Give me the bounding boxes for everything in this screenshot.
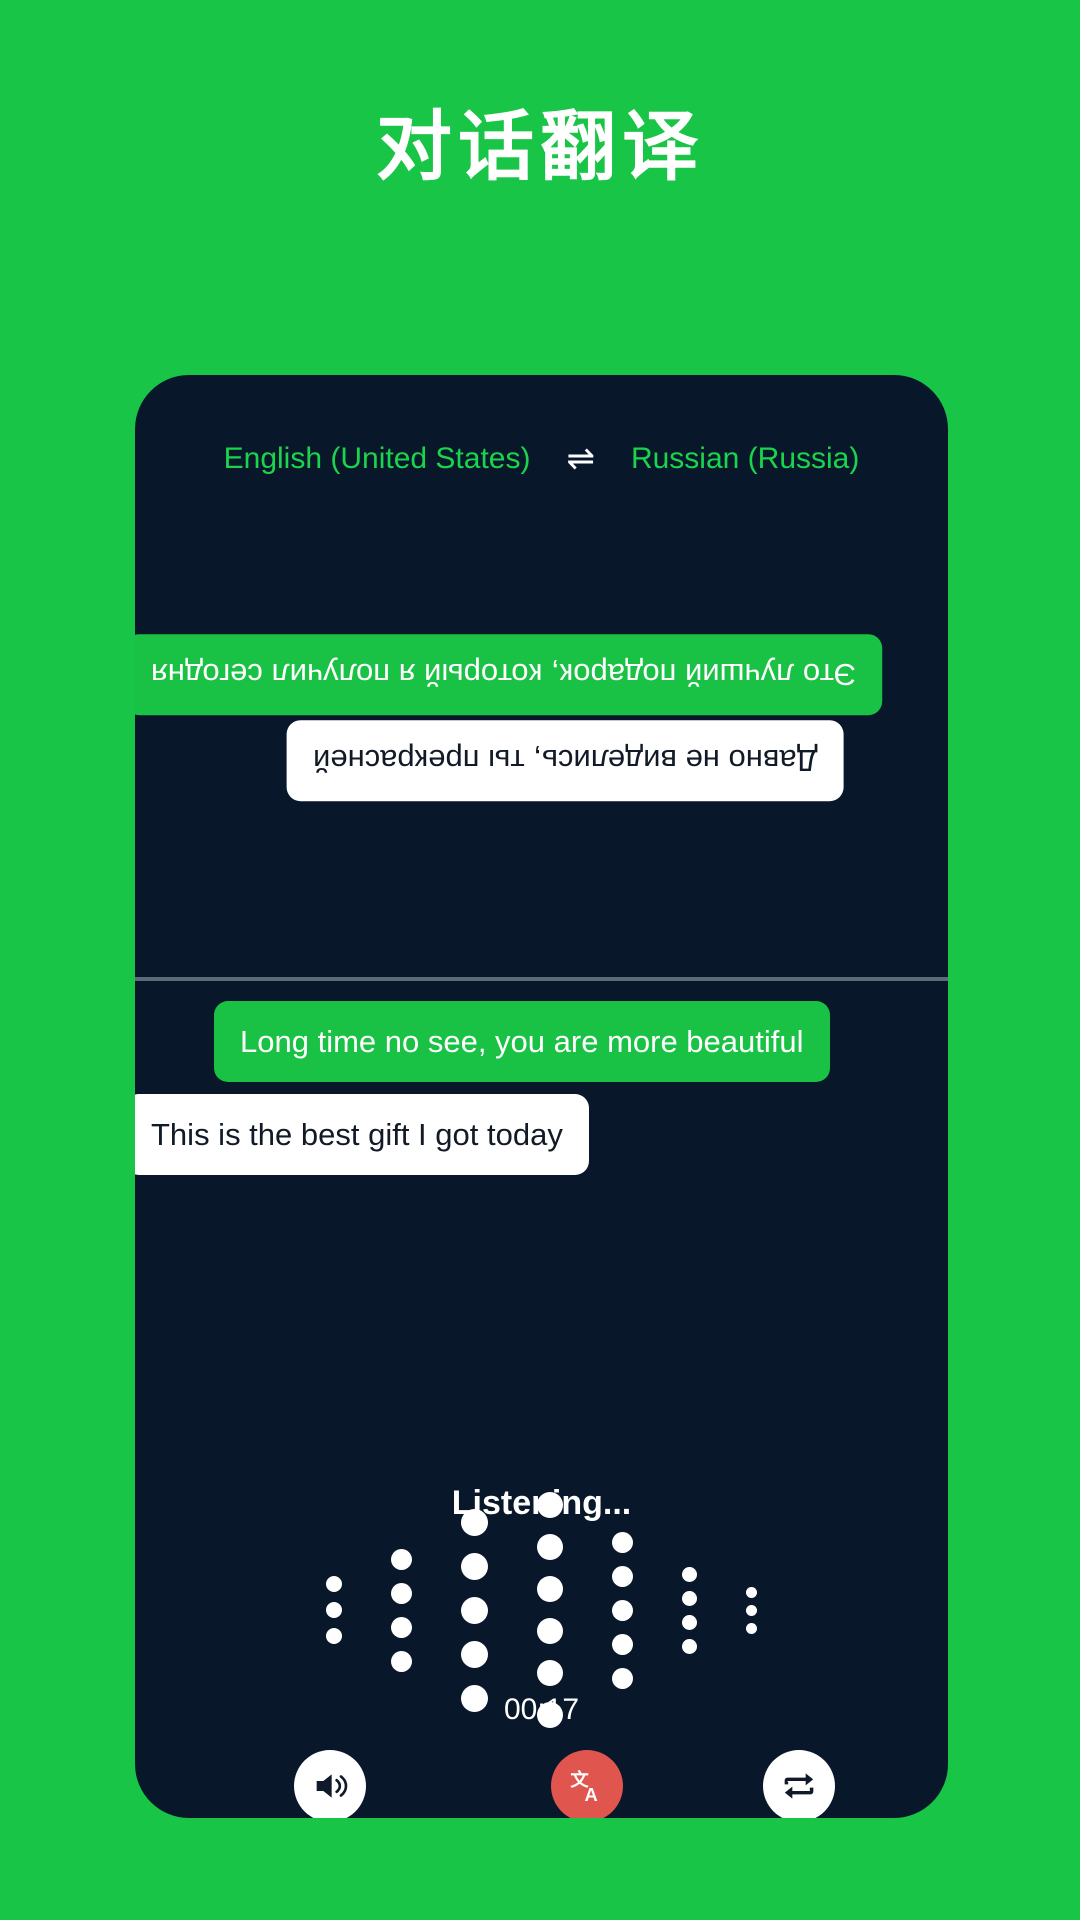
waveform-dot (461, 1508, 488, 1536)
waveform-dot (391, 1616, 412, 1638)
waveform-dot (682, 1638, 697, 1654)
waveform-dot (326, 1602, 342, 1618)
waveform-dot (391, 1582, 412, 1604)
message-bubble[interactable]: Long time no see, you are more beautiful (214, 1001, 830, 1083)
waveform-dot (746, 1604, 757, 1616)
waveform-dot (537, 1576, 563, 1602)
waveform-dot (461, 1552, 488, 1580)
speaker-on-icon (316, 1774, 348, 1798)
waveform-dot (746, 1622, 757, 1634)
waveform-column (391, 1548, 412, 1672)
waveform-dot (537, 1618, 563, 1644)
waveform-dot (326, 1628, 342, 1644)
svg-text:A: A (585, 1784, 598, 1805)
waveform-column (682, 1566, 697, 1654)
waveform-dot (391, 1548, 412, 1570)
waveform-dot (537, 1492, 563, 1518)
quit-button-circle[interactable]: 文 A (551, 1750, 624, 1818)
waveform-dot (612, 1633, 633, 1655)
waveform-dot (326, 1576, 342, 1592)
toggle-button[interactable]: Toggle (756, 1750, 841, 1818)
phone-panel: English (United States) ⇌ Russian (Russi… (135, 375, 948, 1818)
message-bubble[interactable]: This is the best gift I got today (135, 1094, 589, 1176)
waveform-column (326, 1576, 342, 1644)
waveform-dot (391, 1650, 412, 1672)
waveform-dot (537, 1534, 563, 1560)
waveform-dot (612, 1531, 633, 1553)
page-title: 对话翻译 (376, 105, 704, 190)
audio-waveform-visualizer (135, 1492, 948, 1728)
speaker-button-circle[interactable] (294, 1750, 367, 1818)
waveform-dot (461, 1640, 488, 1668)
conversation-top-half: Это лучший подарок, который я получил се… (135, 375, 948, 977)
toggle-button-circle[interactable] (762, 1750, 835, 1818)
waveform-column (461, 1508, 488, 1712)
waveform-column (746, 1586, 757, 1634)
message-bubble[interactable]: Давно не виделись, ты прекрасней (287, 720, 844, 802)
translate-icon: 文 A (571, 1769, 598, 1805)
waveform-column (612, 1531, 633, 1689)
waveform-dot (682, 1566, 697, 1582)
waveform-dot (461, 1596, 488, 1624)
waveform-dot (682, 1590, 697, 1606)
recording-timer: 00:17 (503, 1693, 580, 1726)
message-bubble[interactable]: Это лучший подарок, который я получил се… (135, 634, 883, 716)
waveform-dot (682, 1614, 697, 1630)
waveform-dot (746, 1586, 757, 1598)
speaker-toggle-button[interactable]: Speaker is on (241, 1750, 418, 1818)
control-bar: Speaker is on 文 A Quit Toggle (135, 1750, 948, 1818)
waveform-dot (612, 1565, 633, 1587)
waveform-dot (612, 1599, 633, 1621)
waveform-dot (537, 1660, 563, 1686)
quit-button[interactable]: 文 A Quit (551, 1750, 624, 1818)
swap-arrows-icon (784, 1773, 814, 1799)
waveform-dot (612, 1667, 633, 1689)
conversation-bottom-half: Long time no see, you are more beautiful… (135, 981, 948, 1321)
